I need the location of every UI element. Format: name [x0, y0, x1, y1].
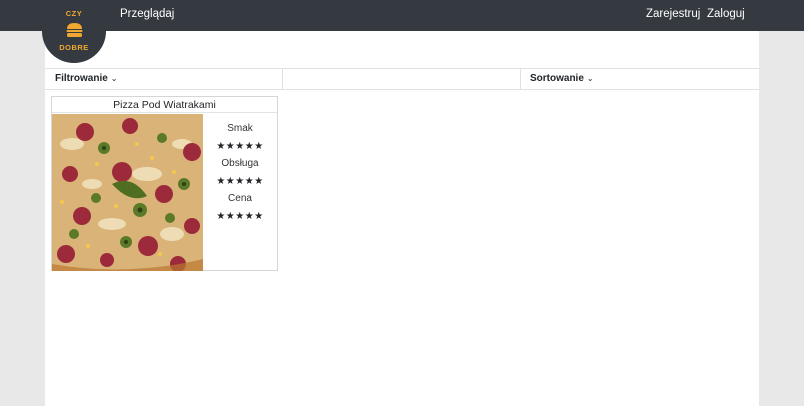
rating-label-service: Obsługa — [221, 158, 259, 169]
restaurant-name: Pizza Pod Wiatrakami — [52, 97, 277, 113]
rating-stars-service: ★★★★★ — [216, 176, 264, 187]
pizza-photo — [52, 114, 203, 271]
burger-icon — [66, 23, 83, 37]
restaurant-card[interactable]: Pizza Pod Wiatrakami Smak ★★★★★ Obsługa … — [51, 96, 278, 271]
rating-label-price: Cena — [228, 193, 252, 204]
logo-bottom-text: DOBRE — [59, 43, 89, 52]
ratings-panel: Smak ★★★★★ Obsługa ★★★★★ Cena ★★★★★ — [203, 114, 277, 271]
chevron-down-icon: ⌄ — [586, 74, 594, 83]
site-logo[interactable]: CZY DOBRE — [42, 0, 106, 63]
rating-stars-taste: ★★★★★ — [216, 141, 264, 152]
sort-dropdown[interactable]: Sortowanie ⌄ — [521, 69, 759, 90]
top-navbar: Przeglądaj Zarejestruj Zaloguj — [0, 0, 804, 31]
chevron-down-icon: ⌄ — [110, 74, 118, 83]
nav-browse-link[interactable]: Przeglądaj — [120, 8, 174, 20]
filter-label: Filtrowanie — [55, 73, 108, 84]
rating-stars-price: ★★★★★ — [216, 211, 264, 222]
main-content: Filtrowanie ⌄ Sortowanie ⌄ Pizza Pod Wiatr… — [45, 31, 759, 406]
logo-top-text: CZY — [65, 9, 83, 18]
toolbar-spacer — [283, 69, 521, 90]
rating-label-taste: Smak — [227, 123, 253, 134]
filter-sort-bar: Filtrowanie ⌄ Sortowanie ⌄ — [45, 68, 759, 90]
sort-label: Sortowanie — [530, 73, 584, 84]
filter-dropdown[interactable]: Filtrowanie ⌄ — [45, 69, 283, 90]
nav-login-link[interactable]: Zaloguj — [707, 8, 745, 20]
pizza-photo-graphic — [52, 114, 203, 271]
nav-register-link[interactable]: Zarejestruj — [646, 8, 700, 20]
